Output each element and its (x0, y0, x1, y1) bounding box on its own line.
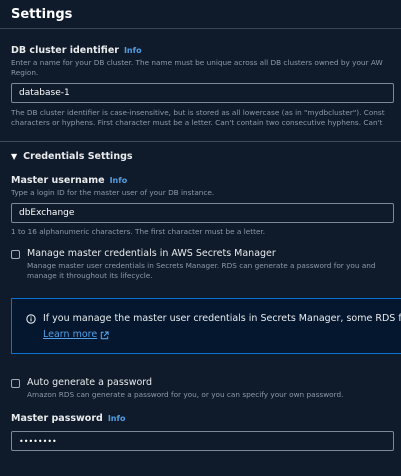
page-title: Settings (11, 6, 73, 22)
master-username-constraint: 1 to 16 alphanumeric characters. The fir… (11, 227, 266, 236)
cluster-identifier-info-link[interactable]: Info (124, 45, 142, 57)
cluster-identifier-input[interactable]: database-1 (11, 83, 394, 103)
auto-generate-checkbox[interactable] (11, 379, 20, 388)
master-password-info-link[interactable]: Info (108, 413, 126, 425)
master-password-field: Master password Info •••••••• (11, 413, 394, 451)
manage-secrets-description: Manage master user credentials in Secret… (27, 261, 376, 270)
external-link-icon (100, 330, 109, 339)
auto-generate-description: Amazon RDS can generate a password for y… (27, 390, 344, 399)
manage-secrets-label: Manage master credentials in AWS Secrets… (27, 248, 276, 259)
settings-header: Settings (0, 0, 401, 29)
info-circle-icon (26, 314, 36, 324)
cluster-identifier-constraint-2: characters or hyphens. First character m… (11, 118, 383, 127)
manage-secrets-checkbox[interactable] (11, 250, 20, 259)
caret-down-icon: ▼ (11, 152, 18, 161)
auto-generate-label: Auto generate a password (27, 377, 153, 388)
master-password-label: Master password (11, 413, 103, 424)
alert-message: If you manage the master user credential… (43, 313, 401, 324)
master-password-input[interactable]: •••••••• (11, 431, 394, 451)
master-username-label: Master username (11, 175, 105, 186)
manage-secrets-description-2: manage it throughout its lifecycle. (27, 271, 153, 280)
cluster-identifier-label: DB cluster identifier (11, 45, 119, 56)
auto-generate-option: Auto generate a password Amazon RDS can … (11, 377, 390, 400)
settings-content: DB cluster identifier Info Enter a name … (0, 29, 401, 451)
cluster-identifier-field: DB cluster identifier Info Enter a name … (11, 45, 394, 128)
cluster-identifier-description-2: Region. (11, 68, 39, 77)
settings-panel: Settings DB cluster identifier Info Ente… (0, 0, 401, 476)
master-username-field: Master username Info Type a login ID for… (11, 175, 394, 237)
master-username-info-link[interactable]: Info (110, 175, 128, 187)
manage-secrets-option: Manage master credentials in AWS Secrets… (11, 248, 390, 281)
master-username-description: Type a login ID for the master user of y… (11, 188, 215, 197)
cluster-identifier-constraint: The DB cluster identifier is case-insens… (11, 108, 385, 117)
learn-more-link[interactable]: Learn more (43, 329, 109, 341)
master-username-input[interactable]: dbExchange (11, 203, 394, 223)
secrets-manager-info-alert: If you manage the master user credential… (11, 298, 401, 354)
section-divider (0, 141, 401, 142)
learn-more-label: Learn more (43, 329, 98, 340)
credentials-section-toggle[interactable]: ▼ Credentials Settings (11, 151, 390, 162)
credentials-section-title: Credentials Settings (23, 151, 133, 162)
cluster-identifier-description: Enter a name for your DB cluster. The na… (11, 58, 383, 67)
